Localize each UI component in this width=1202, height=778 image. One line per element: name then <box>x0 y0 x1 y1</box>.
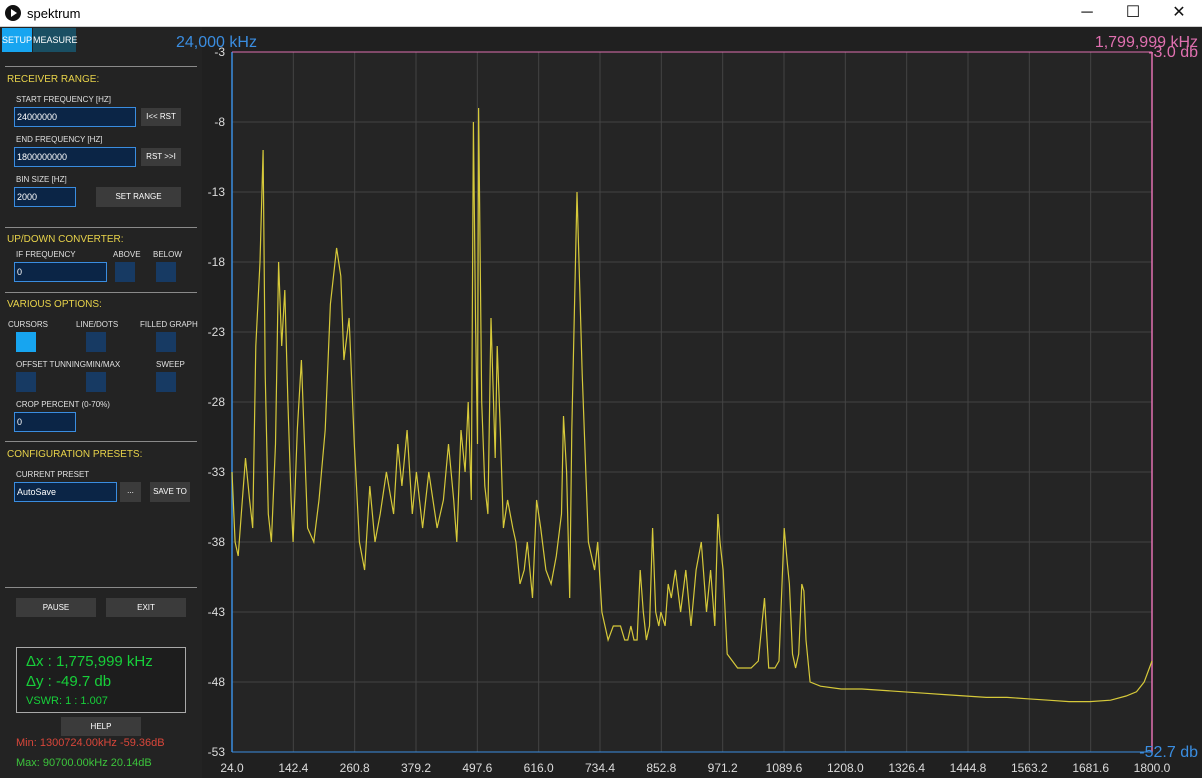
y-tick-labels: -3-8-13-18-23-28-33-38-43-48-53 <box>208 45 226 759</box>
y-tick-label: -43 <box>208 605 226 619</box>
x-tick-labels: 24.0 142.4 260.8 379.2 497.6 616.0 734.4 852.8 9… <box>220 761 1170 775</box>
x-tick-label: 142.4 <box>278 761 308 775</box>
x-tick-label: 734.4 <box>585 761 615 775</box>
x-tick-label: 1800.0 <box>1134 761 1171 775</box>
y-tick-label: -13 <box>208 185 226 199</box>
y-tick-label: -18 <box>208 255 226 269</box>
start-frequency-marker: 24,000 kHz <box>176 34 257 51</box>
x-tick-label: 1444.8 <box>950 761 987 775</box>
y-tick-label: -8 <box>214 115 225 129</box>
x-tick-label: 260.8 <box>340 761 370 775</box>
y-tick-label: -33 <box>208 465 226 479</box>
y-tick-label: -28 <box>208 395 226 409</box>
x-tick-label: 616.0 <box>524 761 554 775</box>
x-tick-label: 24.0 <box>220 761 244 775</box>
y-tick-label: -53 <box>208 745 226 759</box>
x-tick-label: 1208.0 <box>827 761 864 775</box>
x-tick-label: 1563.2 <box>1011 761 1048 775</box>
bottom-db-marker: -52.7 db <box>1139 744 1198 761</box>
y-tick-label: -48 <box>208 675 226 689</box>
x-tick-label: 1681.6 <box>1072 761 1109 775</box>
x-tick-label: 379.2 <box>401 761 431 775</box>
x-tick-label: 1326.4 <box>888 761 925 775</box>
spectrum-plot[interactable]: 24.0 142.4 260.8 379.2 497.6 616.0 734.4 852.8 9… <box>0 0 1202 778</box>
x-tick-label: 497.6 <box>462 761 492 775</box>
top-db-marker: -3.0 db <box>1148 44 1198 61</box>
x-tick-label: 971.2 <box>708 761 738 775</box>
y-tick-label: -38 <box>208 535 226 549</box>
x-tick-label: 852.8 <box>646 761 676 775</box>
y-tick-label: -23 <box>208 325 226 339</box>
x-tick-label: 1089.6 <box>766 761 803 775</box>
